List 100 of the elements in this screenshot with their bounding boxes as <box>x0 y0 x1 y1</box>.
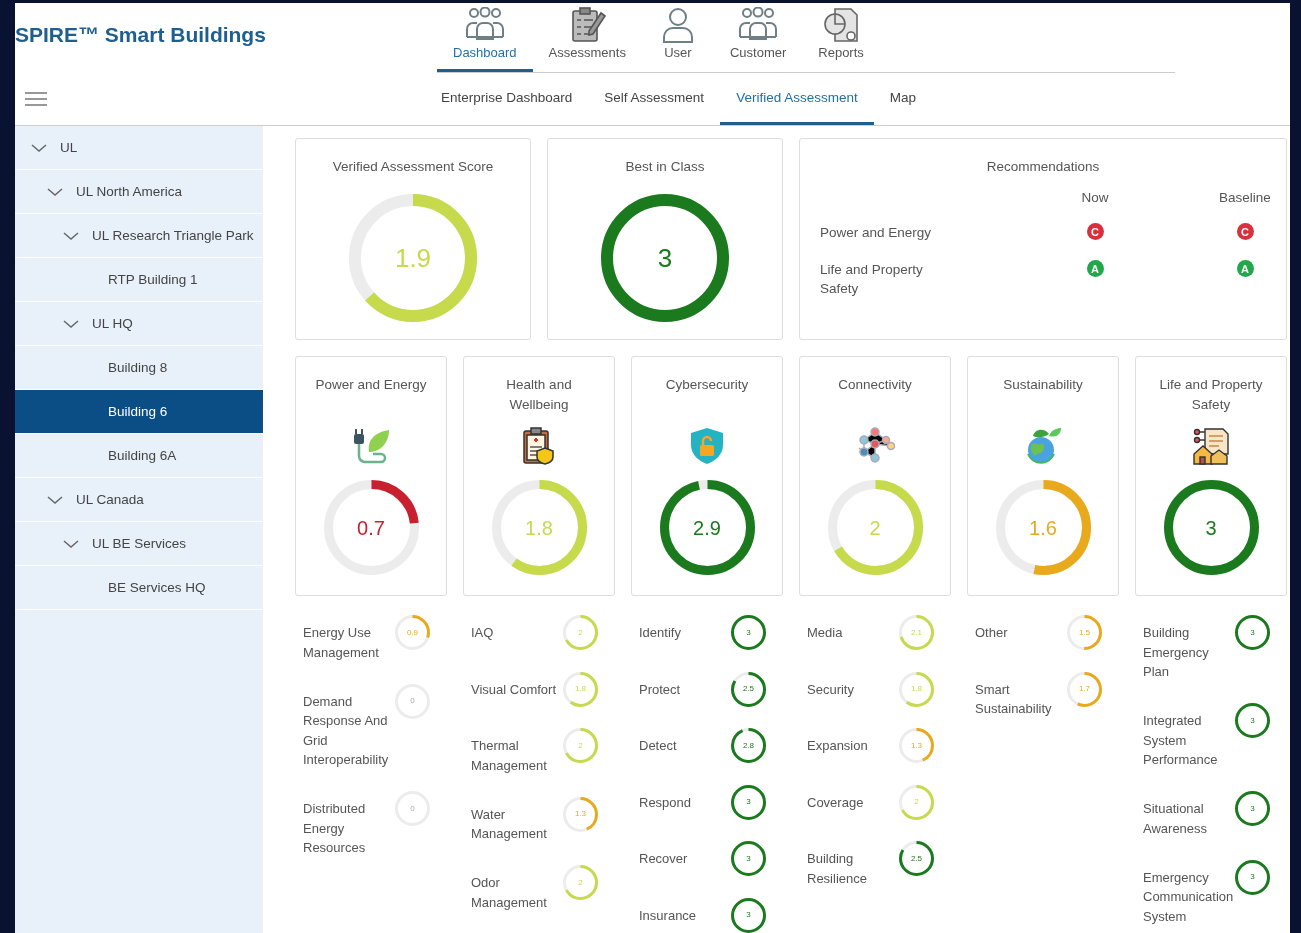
ring-gauge <box>563 728 598 763</box>
tree-item[interactable]: UL BE Services <box>15 522 263 566</box>
people-icon <box>464 7 505 43</box>
metric-label: Detect <box>639 737 678 755</box>
menu-icon[interactable] <box>25 91 47 107</box>
metric-label: Coverage <box>807 793 865 812</box>
gauge-value: 2 <box>577 878 584 887</box>
metric-label: Situational Awareness <box>1143 800 1209 838</box>
chevron-down-icon[interactable] <box>63 230 79 241</box>
card-title: Best in Class <box>625 159 705 174</box>
card-title: Health and Wellbeing <box>505 376 573 414</box>
ring-gauge <box>899 728 934 763</box>
sub-tab[interactable]: Enterprise Dashboard <box>425 73 589 125</box>
chevron-down-icon[interactable] <box>47 186 63 197</box>
tree-item[interactable]: Building 6A <box>15 434 263 478</box>
gauge-value: 1.8 <box>909 685 924 693</box>
chevron-down-icon[interactable] <box>63 538 79 549</box>
sub-tab[interactable]: Map <box>873 73 932 125</box>
column-header: Now <box>1080 190 1110 205</box>
gauge-value: 2 <box>577 628 584 637</box>
grade-badge: C <box>1236 223 1254 240</box>
ring-gauge <box>731 615 766 650</box>
ring-gauge <box>899 784 934 820</box>
metric-label: Media <box>807 624 844 642</box>
metric-label: Energy Use Management <box>303 624 380 662</box>
metric-label: Building Resilience <box>807 850 868 888</box>
metric-label: Water Management <box>471 805 548 843</box>
nav-tab[interactable]: Assessments <box>532 3 642 72</box>
ring-gauge <box>1067 671 1102 707</box>
gauge-value: 1.8 <box>524 517 554 538</box>
nav-tab[interactable]: Customer <box>713 3 803 72</box>
nav-tab[interactable]: User <box>641 3 714 72</box>
metric-label: Thermal Management <box>471 737 548 775</box>
metric-label: Smart Sustainability <box>975 680 1053 718</box>
metric-label: Emergency Communication System <box>1143 868 1235 926</box>
gauge-value: 3 <box>1249 804 1256 813</box>
metric-label: Odor Management <box>471 874 548 912</box>
gauge-value: 3 <box>745 911 752 919</box>
gauge-value: 3 <box>1249 716 1256 725</box>
chevron-down-icon[interactable] <box>63 318 79 329</box>
metric-label: IAQ <box>471 624 495 642</box>
gauge-value: 2.5 <box>741 685 756 693</box>
tree-item[interactable]: RTP Building 1 <box>15 258 263 302</box>
tree-item[interactable]: BE Services HQ <box>15 566 263 610</box>
nav-tab[interactable]: Reports <box>802 3 880 72</box>
tree-item[interactable]: Building 6 <box>15 390 263 434</box>
card-title: Power and Energy <box>315 376 427 394</box>
ring-gauge <box>1235 791 1270 826</box>
tree-item[interactable]: UL HQ <box>15 302 263 346</box>
sub-tab[interactable]: Verified Assessment <box>720 73 874 125</box>
app-title: SPIRE™ Smart Buildings <box>15 22 267 48</box>
row-label: Life and Property Safety <box>820 261 924 298</box>
gauge-value: 1.3 <box>909 741 924 750</box>
gauge-value: 0.9 <box>405 628 420 637</box>
tree-item[interactable]: UL <box>15 126 263 170</box>
ring-gauge <box>731 841 766 876</box>
card-title: Connectivity <box>838 376 912 394</box>
gauge-value: 1.9 <box>393 245 433 271</box>
metric-label: Distributed Energy Resources <box>303 800 367 857</box>
sub-tab[interactable]: Self Assessment <box>588 73 721 125</box>
metric-label: Security <box>807 680 855 699</box>
gauge-value: 2.1 <box>909 628 924 637</box>
plug-leaf-icon <box>351 426 391 466</box>
gauge-value: 2.5 <box>909 854 924 863</box>
chevron-down-icon[interactable] <box>47 494 63 505</box>
card-title: Verified Assessment Score <box>332 159 494 174</box>
ring-gauge <box>563 796 598 832</box>
tree-item[interactable]: UL North America <box>15 170 263 214</box>
people-icon <box>738 7 779 43</box>
ring-gauge <box>1235 615 1270 650</box>
metric-label: Visual Comfort <box>471 680 557 699</box>
row-label: Power and Energy <box>820 224 933 242</box>
ring-gauge <box>731 728 766 763</box>
metric-label: Building Emergency Plan <box>1143 624 1210 681</box>
tree-item[interactable]: UL Research Triangle Park <box>15 214 263 258</box>
metric-label: Identify <box>639 624 682 642</box>
column-header: Baseline <box>1218 190 1272 205</box>
gauge-value: 3 <box>745 628 752 637</box>
ring-gauge <box>1235 859 1270 895</box>
gauge-value: 3 <box>656 245 674 271</box>
metric-label: Protect <box>639 680 682 699</box>
gauge-value: 3 <box>745 798 752 806</box>
grade-badge: C <box>1086 223 1104 240</box>
gauge-value: 3 <box>1204 517 1218 538</box>
ring-gauge <box>731 897 766 933</box>
ring-gauge <box>563 615 598 650</box>
nav-tab[interactable]: Dashboard <box>437 3 533 72</box>
metric-label: Respond <box>639 793 693 812</box>
gauge-value: 2 <box>868 517 882 538</box>
gauge-value: 1.3 <box>573 810 588 818</box>
tree-item[interactable]: UL Canada <box>15 478 263 522</box>
gauge-value: 1.8 <box>573 685 588 693</box>
chevron-down-icon[interactable] <box>31 142 47 153</box>
ring-gauge <box>395 615 430 650</box>
card-title: Recommendations <box>985 159 1101 174</box>
gauge-value: 1.6 <box>1028 517 1058 538</box>
gauge-value: 2.9 <box>692 517 722 538</box>
ring-gauge <box>563 671 598 707</box>
gauge-value: 1.5 <box>1077 628 1092 637</box>
ring-gauge <box>1235 703 1270 738</box>
